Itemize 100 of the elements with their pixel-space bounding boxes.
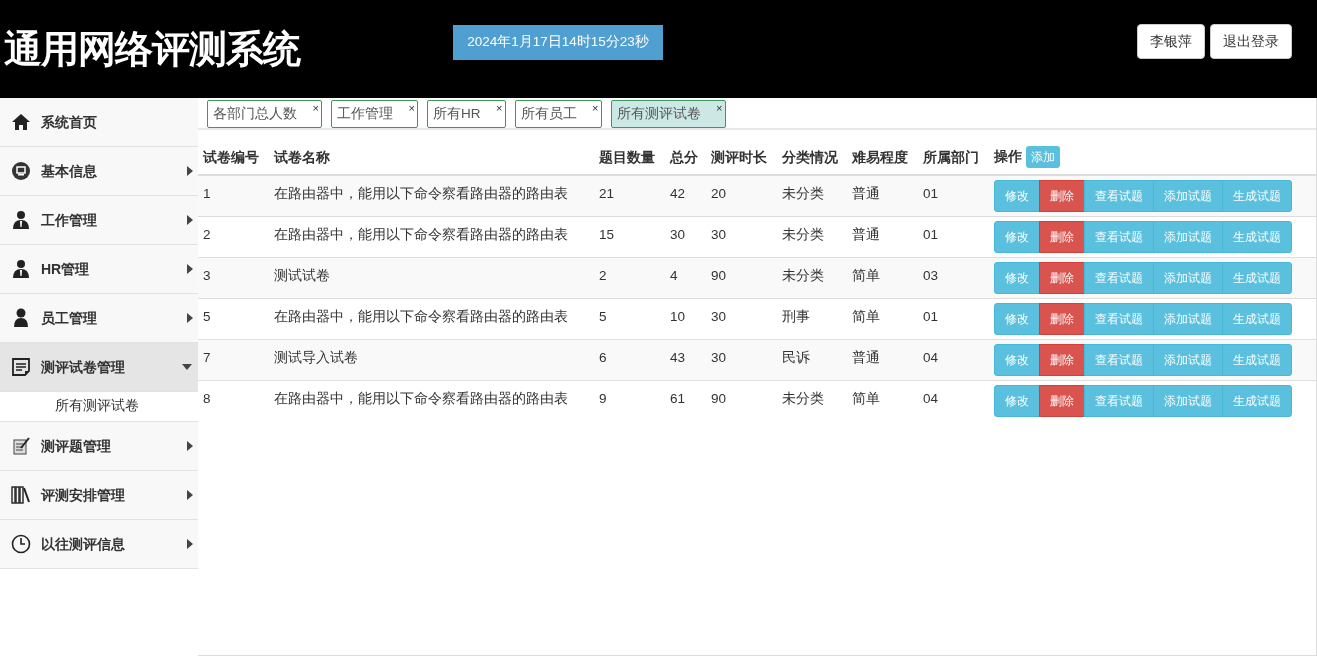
action-button[interactable]: 修改 — [994, 261, 1040, 294]
action-button[interactable]: 生成试题 — [1222, 180, 1292, 212]
table-cell: 6 — [594, 339, 665, 380]
close-icon[interactable]: × — [592, 101, 599, 115]
table-cell: 8 — [198, 380, 269, 421]
tab-label: 工作管理 — [337, 104, 393, 123]
action-button[interactable]: 生成试题 — [1222, 302, 1292, 335]
table-cell: 在路由器中，能用以下命令察看路由器的路由表 — [269, 175, 594, 216]
table-cell: 20 — [706, 175, 777, 216]
close-icon[interactable]: × — [312, 101, 319, 115]
sidebar-item[interactable]: 评测安排管理 — [0, 471, 198, 520]
action-button[interactable]: 查看试题 — [1084, 261, 1154, 294]
table-cell: 3 — [198, 257, 269, 298]
logout-button[interactable]: 退出登录 — [1210, 24, 1292, 59]
table-cell: 1 — [198, 175, 269, 216]
table-cell: 61 — [665, 380, 706, 421]
add-button[interactable]: 添加 — [1026, 146, 1060, 168]
action-button[interactable]: 修改 — [994, 220, 1040, 253]
sidebar-label: 测评题管理 — [41, 436, 111, 456]
table-cell: 简单 — [847, 380, 918, 421]
tab[interactable]: 所有测评试卷 × — [610, 100, 726, 128]
sidebar-label: 基本信息 — [41, 161, 97, 181]
delete-button[interactable]: 删除 — [1039, 343, 1085, 376]
delete-button[interactable]: 删除 — [1039, 302, 1085, 335]
tab[interactable]: 所有员工 × — [514, 100, 602, 128]
tab[interactable]: 各部门总人数 × — [207, 100, 322, 128]
close-icon[interactable]: × — [716, 101, 723, 115]
action-button[interactable]: 查看试题 — [1084, 384, 1154, 417]
sidebar-label: 系统首页 — [41, 112, 97, 132]
action-button[interactable]: 生成试题 — [1222, 343, 1292, 376]
table-cell: 90 — [706, 257, 777, 298]
delete-button[interactable]: 删除 — [1039, 384, 1085, 417]
action-button[interactable]: 查看试题 — [1084, 343, 1154, 376]
user-icon — [11, 308, 31, 328]
action-button[interactable]: 查看试题 — [1084, 302, 1154, 335]
monitor-icon — [11, 161, 31, 181]
tab[interactable]: 工作管理 × — [331, 100, 418, 128]
sidebar-label: 工作管理 — [41, 210, 97, 230]
table-cell: 普通 — [847, 339, 918, 380]
table-cell: 01 — [918, 175, 989, 216]
action-button[interactable]: 添加试题 — [1153, 343, 1223, 376]
sidebar-item[interactable]: 基本信息 — [0, 147, 198, 196]
table-cell: 未分类 — [777, 380, 847, 421]
table-cell: 04 — [918, 380, 989, 421]
sidebar-label: 测评试卷管理 — [41, 357, 125, 377]
action-button[interactable]: 修改 — [994, 343, 1040, 376]
table-cell: 简单 — [847, 257, 918, 298]
action-button[interactable]: 查看试题 — [1084, 220, 1154, 253]
action-button[interactable]: 修改 — [994, 180, 1040, 212]
sidebar-item[interactable]: 工作管理 — [0, 196, 198, 245]
delete-button[interactable]: 删除 — [1039, 220, 1085, 253]
action-button[interactable]: 添加试题 — [1153, 220, 1223, 253]
action-button[interactable]: 修改 — [994, 302, 1040, 335]
table-cell: 未分类 — [777, 257, 847, 298]
datetime-label: 2024年1月17日14时15分23秒 — [453, 25, 663, 60]
action-button[interactable]: 添加试题 — [1153, 261, 1223, 294]
sidebar-item[interactable]: 测评试卷管理 — [0, 343, 198, 392]
sidebar-label: 以往测评信息 — [41, 534, 125, 554]
sidebar-item[interactable]: HR管理 — [0, 245, 198, 294]
document-icon — [11, 357, 31, 377]
tab-label: 所有HR — [433, 104, 481, 123]
action-button[interactable]: 添加试题 — [1153, 384, 1223, 417]
table-cell: 在路由器中，能用以下命令察看路由器的路由表 — [269, 380, 594, 421]
table-cell: 30 — [706, 339, 777, 380]
home-icon — [11, 112, 31, 132]
table-cell: 04 — [918, 339, 989, 380]
notepad-icon — [11, 436, 31, 456]
action-button[interactable]: 查看试题 — [1084, 180, 1154, 212]
action-button[interactable]: 修改 — [994, 384, 1040, 417]
table-cell: 7 — [198, 339, 269, 380]
action-button[interactable]: 生成试题 — [1222, 384, 1292, 417]
clock-icon — [11, 534, 31, 554]
action-button[interactable]: 生成试题 — [1222, 261, 1292, 294]
sidebar-item[interactable]: 员工管理 — [0, 294, 198, 343]
table-cell: 9 — [594, 380, 665, 421]
table-cell: 测试导入试卷 — [269, 339, 594, 380]
sidebar-label: 评测安排管理 — [41, 485, 125, 505]
action-button[interactable]: 生成试题 — [1222, 220, 1292, 253]
sidebar-item[interactable]: 以往测评信息 — [0, 520, 198, 569]
table-cell: 4 — [665, 257, 706, 298]
table-cell: 测试试卷 — [269, 257, 594, 298]
tab-label: 各部门总人数 — [213, 104, 297, 123]
delete-button[interactable]: 删除 — [1039, 180, 1085, 212]
user-button[interactable]: 李银萍 — [1137, 24, 1205, 59]
books-icon — [11, 485, 31, 505]
action-button[interactable]: 添加试题 — [1153, 302, 1223, 335]
close-icon[interactable]: × — [408, 101, 415, 115]
table-cell: 2 — [594, 257, 665, 298]
sidebar-item[interactable]: 系统首页 — [0, 98, 198, 147]
table-cell: 03 — [918, 257, 989, 298]
delete-button[interactable]: 删除 — [1039, 261, 1085, 294]
tab-label: 所有测评试卷 — [616, 104, 701, 123]
table-cell: 民诉 — [777, 339, 847, 380]
table-cell: 普通 — [847, 175, 918, 216]
table-cell: 90 — [706, 380, 777, 421]
close-icon[interactable]: × — [496, 101, 503, 115]
sidebar-item[interactable]: 测评题管理 — [0, 422, 198, 471]
action-button[interactable]: 添加试题 — [1153, 180, 1223, 212]
tab[interactable]: 所有HR × — [427, 100, 506, 128]
table-cell: 42 — [665, 175, 706, 216]
